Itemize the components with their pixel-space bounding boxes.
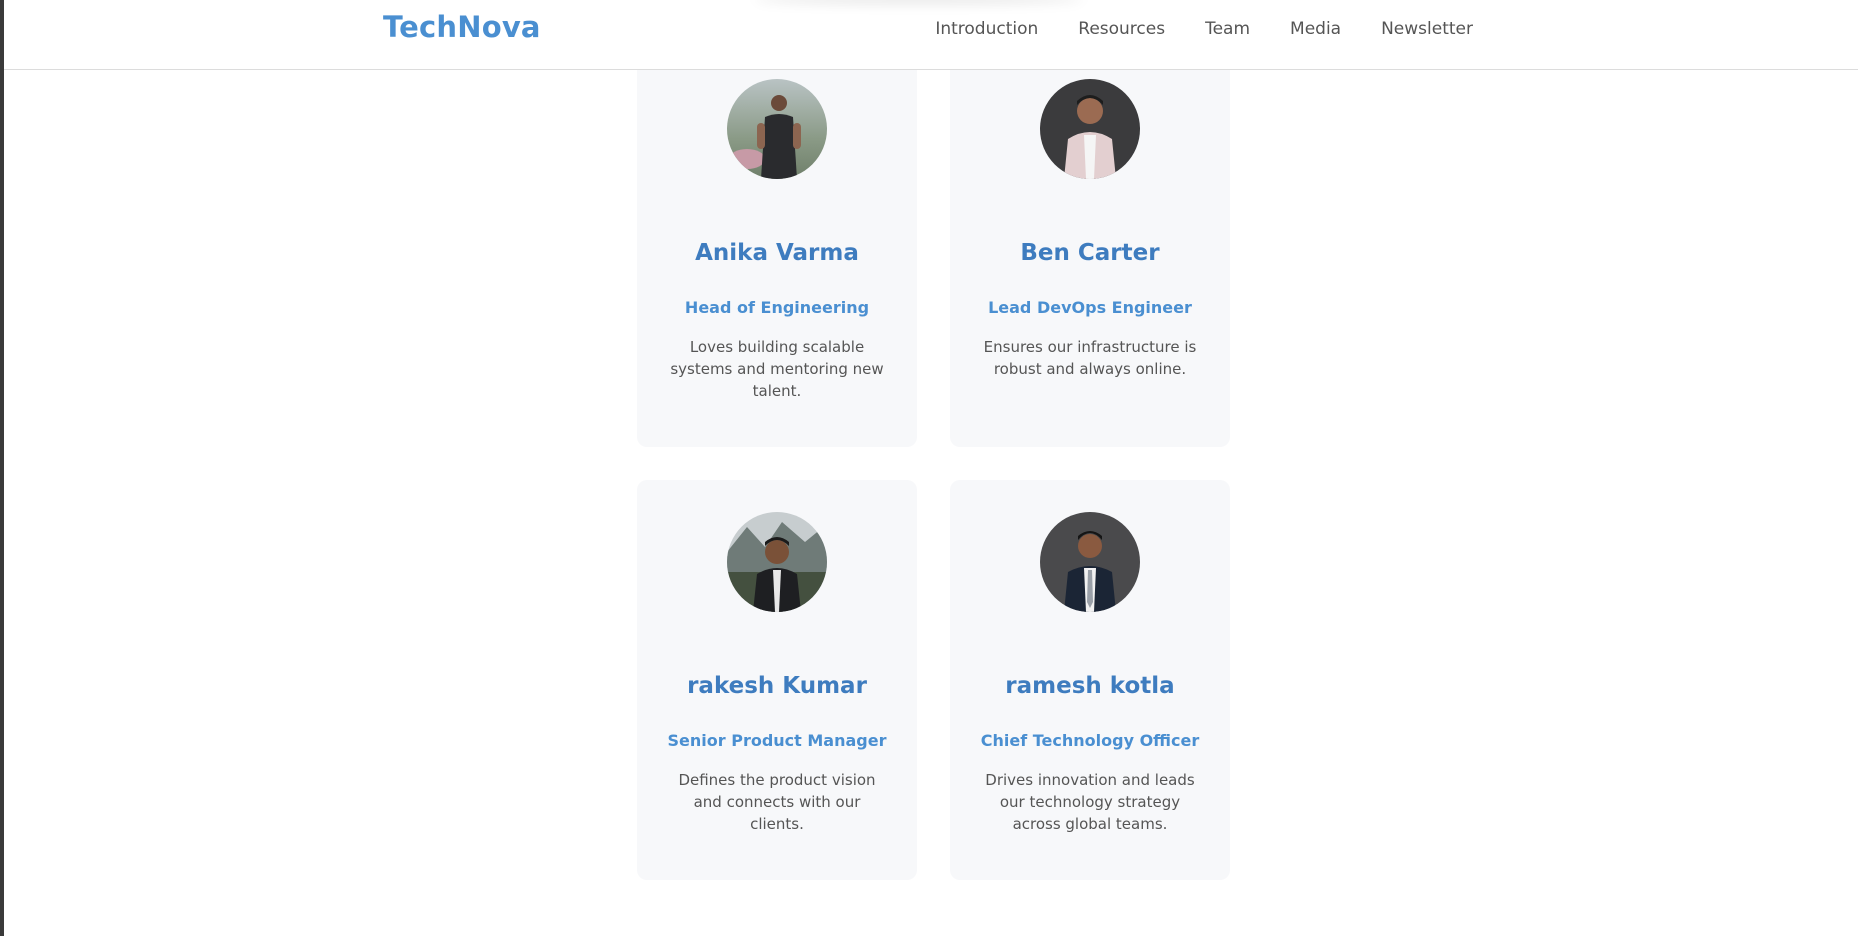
member-bio: Loves building scalable systems and ment… bbox=[670, 338, 884, 400]
member-name: rakesh Kumar bbox=[687, 673, 867, 699]
member-name: Ben Carter bbox=[1020, 240, 1160, 266]
avatar-photo-icon bbox=[727, 512, 827, 612]
team-grid: Anika Varma Head of Engineering Loves bu… bbox=[637, 60, 1230, 880]
nav-link-introduction[interactable]: Introduction bbox=[935, 19, 1038, 39]
avatar-photo-icon bbox=[727, 79, 827, 179]
member-role: Chief Technology Officer bbox=[980, 731, 1200, 750]
member-name: ramesh kotla bbox=[1005, 673, 1175, 699]
logo[interactable]: TechNova bbox=[383, 10, 541, 44]
team-card: Ben Carter Lead DevOps Engineer Ensures … bbox=[950, 60, 1230, 447]
team-card: ramesh kotla Chief Technology Officer Dr… bbox=[950, 480, 1230, 880]
avatar bbox=[727, 512, 827, 612]
team-card: rakesh Kumar Senior Product Manager Defi… bbox=[637, 480, 917, 880]
nav-link-newsletter[interactable]: Newsletter bbox=[1381, 19, 1473, 39]
avatar bbox=[1040, 79, 1140, 179]
nav-link-media[interactable]: Media bbox=[1290, 19, 1341, 39]
avatar bbox=[1040, 512, 1140, 612]
team-card: Anika Varma Head of Engineering Loves bu… bbox=[637, 60, 917, 447]
avatar-photo-icon bbox=[1040, 79, 1140, 179]
avatar-photo-icon bbox=[1040, 512, 1140, 612]
nav-link-resources[interactable]: Resources bbox=[1078, 19, 1165, 39]
nav-links: Introduction Resources Team Media Newsle… bbox=[935, 19, 1473, 39]
window-edge bbox=[0, 0, 4, 936]
member-name: Anika Varma bbox=[695, 240, 859, 266]
navbar: TechNova Introduction Resources Team Med… bbox=[4, 0, 1858, 70]
member-bio: Drives innovation and leads our technolo… bbox=[985, 771, 1195, 833]
avatar bbox=[727, 79, 827, 179]
member-role: Senior Product Manager bbox=[667, 731, 887, 750]
member-role: Head of Engineering bbox=[684, 298, 870, 317]
member-bio: Defines the product vision and connects … bbox=[678, 771, 876, 833]
nav-link-team[interactable]: Team bbox=[1205, 19, 1250, 39]
member-role: Lead DevOps Engineer bbox=[988, 298, 1192, 317]
member-bio: Ensures our infrastructure is robust and… bbox=[983, 338, 1197, 378]
